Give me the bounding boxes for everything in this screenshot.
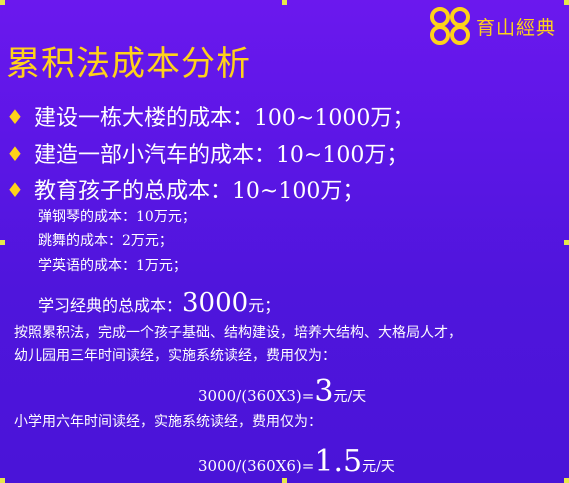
corner-marker [564, 240, 569, 245]
sub-item: 弹钢琴的成本：10万元； [38, 209, 196, 225]
formula-expr: 3000/(360X3)= [198, 387, 315, 405]
paragraph-line: 小学用六年时间读经，实施系统读经，费用仅为： [14, 414, 322, 430]
bullet-text: 建设一栋大楼的成本：100~1000万； [33, 106, 415, 131]
bullet-item: ♦ 教育孩子的总成本：10~100万； [6, 173, 364, 205]
total-suffix: 元； [248, 296, 281, 315]
sub-item: 跳舞的成本：2万元； [38, 233, 173, 249]
diamond-bullet-icon: ♦ [6, 178, 24, 202]
paragraph-line: 幼儿园用三年时间读经，实施系统读经，费用仅为： [14, 348, 336, 364]
formula-value: 1.5 [314, 444, 363, 479]
clover-logo-icon [430, 7, 470, 45]
formula-value: 3 [314, 374, 334, 409]
brand-logo: 育山經典 [428, 6, 556, 46]
formula-line: 3000/(360X3)=3元/天 [198, 374, 366, 409]
corner-marker [564, 0, 569, 5]
bullet-item: ♦ 建设一栋大楼的成本：100~1000万； [6, 100, 414, 132]
bullet-item: ♦ 建造一部小汽车的成本：10~100万； [6, 137, 408, 169]
bullet-text: 教育孩子的总成本：10~100万； [33, 179, 365, 204]
corner-marker [564, 478, 569, 483]
total-cost-line: 学习经典的总成本：3000元； [38, 288, 280, 318]
page-title: 累积法成本分析 [6, 44, 251, 84]
corner-marker [0, 478, 5, 483]
diamond-bullet-icon: ♦ [6, 142, 24, 166]
total-prefix: 学习经典的总成本： [38, 296, 183, 315]
diamond-bullet-icon: ♦ [6, 105, 24, 129]
formula-expr: 3000/(360X6)= [198, 457, 315, 475]
bullet-text: 建造一部小汽车的成本：10~100万； [33, 143, 409, 168]
corner-marker [0, 240, 5, 245]
corner-marker [0, 0, 5, 5]
formula-unit: 元/天 [362, 459, 395, 475]
sub-item: 学英语的成本：1万元； [38, 258, 187, 274]
logo-text: 育山經典 [476, 16, 557, 39]
formula-line: 3000/(360X6)=1.5元/天 [198, 444, 395, 479]
corner-marker [282, 0, 287, 5]
formula-unit: 元/天 [333, 389, 367, 405]
paragraph-line: 按照累积法，完成一个孩子基础、结构建设，培养大结构、大格局人才， [14, 325, 462, 341]
total-value: 3000 [182, 288, 249, 318]
